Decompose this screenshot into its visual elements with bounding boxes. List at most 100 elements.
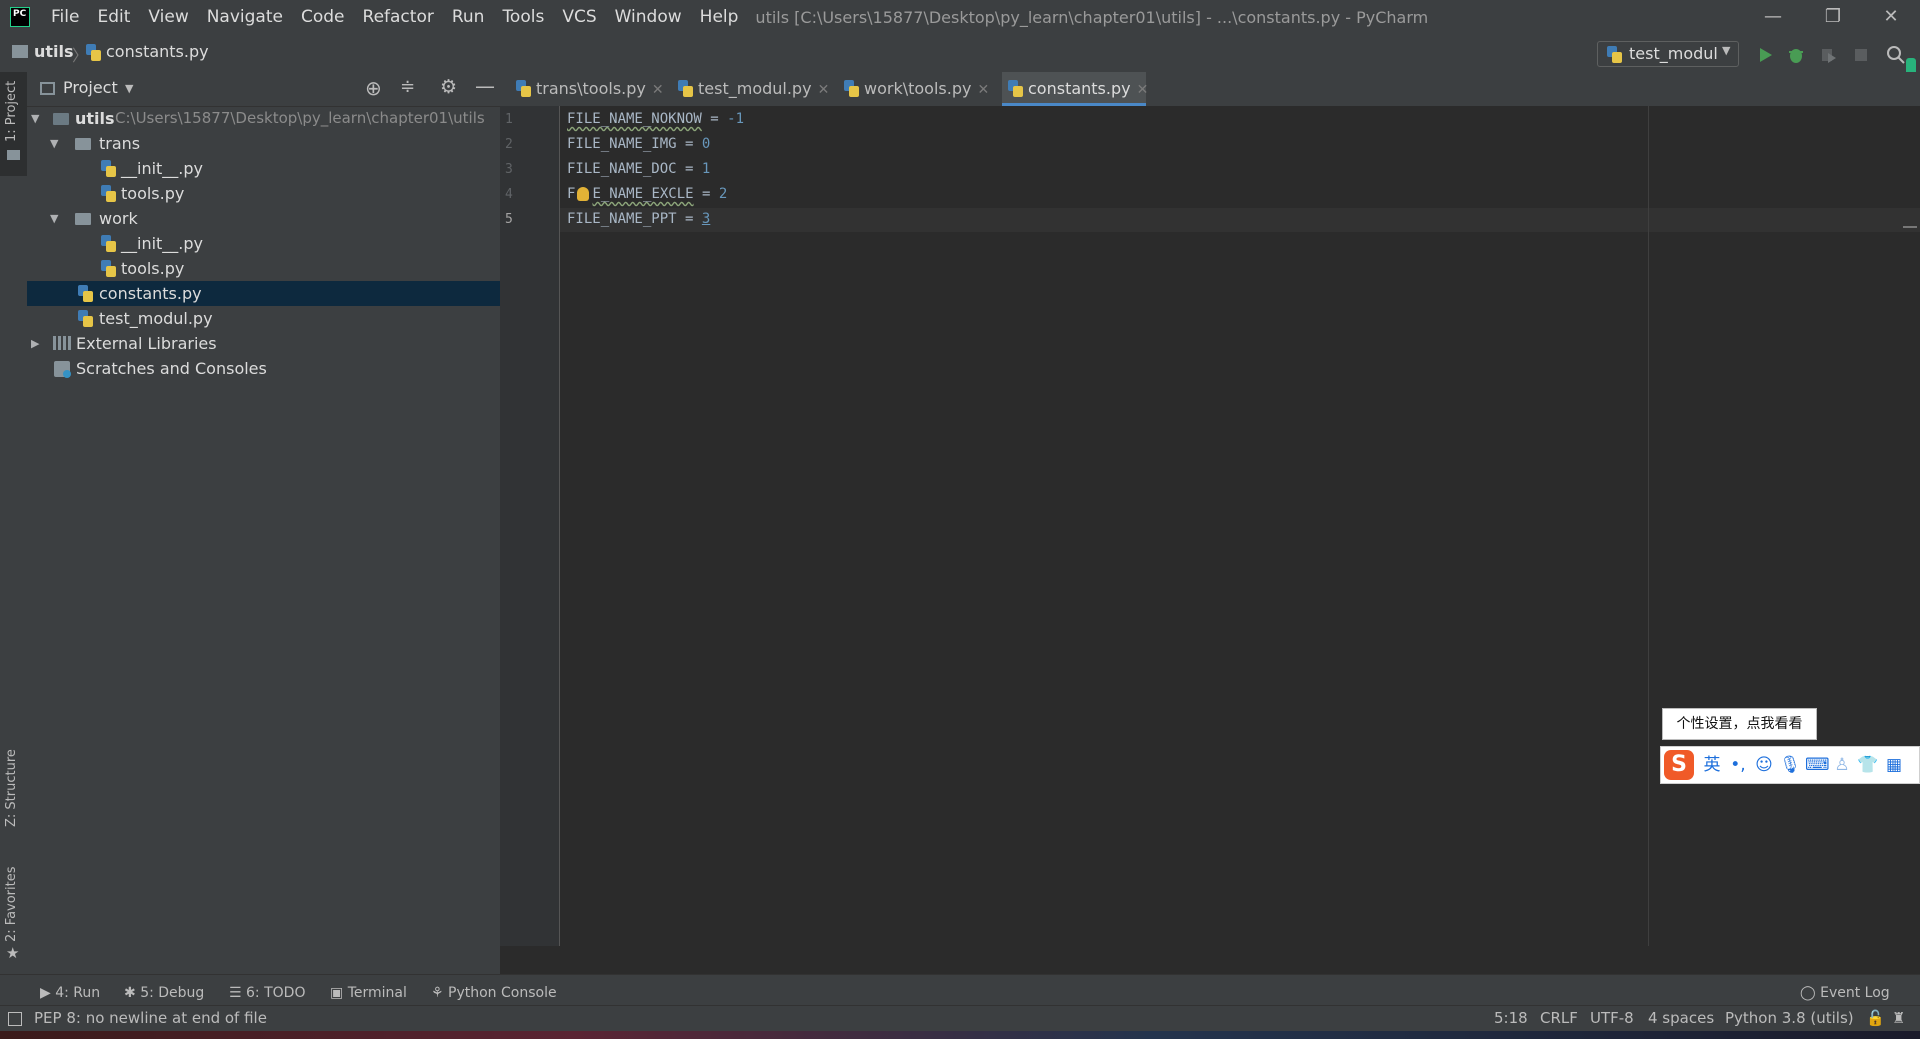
sogou-logo-icon[interactable]: S [1664,750,1694,780]
ime-mode-toggle[interactable]: 英 [1701,754,1723,776]
tree-item-trans-init[interactable]: __init__.py [27,156,500,181]
tab-work-tools[interactable]: work\tools.py ✕ [838,72,994,106]
tree-label: tools.py [121,184,185,203]
tree-item-external-libraries[interactable]: ▶ External Libraries [27,331,500,356]
list-icon: ☰ [229,985,247,1001]
python-file-icon [86,44,102,61]
code-line[interactable]: FILE_NAME_IMG = 0 [567,136,710,152]
folder-icon [7,150,20,160]
debug-tool-button[interactable]: ✱ 5: Debug [124,985,204,1001]
toggle-tool-windows-icon[interactable] [8,1012,22,1026]
line-separator[interactable]: CRLF [1540,1009,1578,1027]
menu-code[interactable]: Code [292,0,354,34]
project-tool-label[interactable]: 1: Project [4,81,19,142]
menu-run[interactable]: Run [443,0,494,34]
tab-test-modul[interactable]: test_modul.py ✕ [672,72,830,106]
gear-icon[interactable]: ⚙ [440,76,457,98]
ime-toolbar[interactable]: S 英 •, ☺ 🎙 ⌨ ♙ 👕 ▦ [1660,746,1920,784]
keyboard-icon[interactable]: ⌨ [1805,754,1830,776]
expanded-arrow-icon[interactable]: ▼ [50,131,64,156]
tree-item-work[interactable]: ▼ work [27,206,500,231]
run-config-selector[interactable]: test_modul ▼ [1597,41,1739,67]
tree-item-scratches[interactable]: Scratches and Consoles [27,356,500,381]
menu-edit[interactable]: Edit [88,0,139,34]
python-file-icon [101,160,117,177]
toolbox-icon[interactable]: ▦ [1883,754,1905,776]
lock-icon[interactable]: 🔓 [1866,1009,1885,1027]
tab-constants[interactable]: constants.py ✕ [1002,72,1149,106]
menu-navigate[interactable]: Navigate [198,0,292,34]
stop-icon[interactable] [1851,45,1871,65]
menu-file[interactable]: File [42,0,88,34]
search-icon[interactable] [1886,45,1906,65]
debug-icon[interactable] [1786,45,1806,65]
tree-item-work-init[interactable]: __init__.py [27,231,500,256]
tree-item-constants[interactable]: constants.py [27,281,500,306]
minimize-button[interactable]: — [1750,0,1796,34]
menu-view[interactable]: View [139,0,197,34]
close-tab-icon[interactable]: ✕ [1137,82,1149,98]
tree-label: constants.py [99,284,202,303]
run-tool-button[interactable]: ▶ 4: Run [40,985,100,1001]
chevron-down-icon[interactable]: ▼ [125,82,133,95]
skin-icon[interactable]: 👕 [1857,754,1879,776]
line-number: 1 [505,112,513,127]
todo-tool-button[interactable]: ☰ 6: TODO [229,985,305,1001]
breadcrumb-root[interactable]: utils [34,42,74,61]
menu-vcs[interactable]: VCS [553,0,605,34]
caret-position[interactable]: 5:18 [1494,1009,1528,1027]
tab-trans-tools[interactable]: trans\tools.py ✕ [510,72,664,106]
status-message[interactable]: PEP 8: no newline at end of file [34,1009,267,1027]
code-editor[interactable] [560,106,1920,946]
code-line[interactable]: FILE_NAME_DOC = 1 [567,161,710,177]
star-icon: ★ [6,944,20,962]
breadcrumb-file[interactable]: constants.py [106,42,209,61]
status-bar: PEP 8: no newline at end of file 5:18 CR… [0,1005,1920,1032]
user-icon[interactable]: ♙ [1831,754,1853,776]
python-console-tool-button[interactable]: ⚘ Python Console [431,985,557,1001]
project-view-title[interactable]: Project [63,78,118,97]
line-number: 5 [505,212,513,227]
close-button[interactable]: ✕ [1868,0,1914,34]
locate-icon[interactable]: ⊕ [365,76,382,100]
expanded-arrow-icon[interactable]: ▼ [31,106,45,131]
event-log-tool-button[interactable]: ◯ Event Log [1800,985,1890,1001]
code-line[interactable]: FILE_NAME_NOKNOW = -1 [567,111,744,127]
emoji-icon[interactable]: ☺ [1753,754,1775,776]
collapsed-arrow-icon[interactable]: ▶ [31,331,45,356]
intention-bulb-icon[interactable] [577,187,589,201]
tree-item-trans[interactable]: ▼ trans [27,131,500,156]
menu-help[interactable]: Help [691,0,748,34]
structure-tool-label[interactable]: Z: Structure [4,749,19,827]
ime-punctuation-toggle[interactable]: •, [1727,754,1749,776]
menu-refactor[interactable]: Refactor [354,0,443,34]
expanded-arrow-icon[interactable]: ▼ [50,206,64,231]
hide-panel-icon[interactable]: — [475,74,495,98]
tree-item-trans-tools[interactable]: tools.py [27,181,500,206]
microphone-icon[interactable]: 🎙 [1779,754,1801,776]
python-file-icon [101,235,117,252]
terminal-tool-button[interactable]: ▣ Terminal [330,985,407,1001]
collapse-all-icon[interactable]: ≑ [400,76,415,97]
coverage-icon[interactable] [1818,45,1838,65]
code-line[interactable]: FILE_NAME_PPT = 3 [567,211,710,227]
menu-tools[interactable]: Tools [493,0,553,34]
file-encoding[interactable]: UTF-8 [1590,1009,1634,1027]
restore-button[interactable]: ❐ [1810,0,1856,34]
close-tab-icon[interactable]: ✕ [652,82,664,98]
close-tab-icon[interactable]: ✕ [818,82,830,98]
tree-item-utils[interactable]: ▼ utils C:\Users\15877\Desktop\py_learn\… [27,106,500,131]
tree-item-test-modul[interactable]: test_modul.py [27,306,500,331]
favorites-tool-label[interactable]: 2: Favorites [4,866,19,942]
inspector-icon[interactable]: ♜ [1892,1009,1905,1027]
python-interpreter[interactable]: Python 3.8 (utils) [1725,1009,1854,1027]
indent-setting[interactable]: 4 spaces [1648,1009,1714,1027]
menu-window[interactable]: Window [606,0,691,34]
run-icon[interactable] [1755,45,1775,65]
close-tab-icon[interactable]: ✕ [977,82,989,98]
tree-item-work-tools[interactable]: tools.py [27,256,500,281]
todo-tool-label: 6: TODO [246,985,306,1001]
folder-icon [12,45,28,58]
python-icon [1607,46,1623,63]
code-line[interactable]: F E_NAME_EXCLE = 2 [567,186,727,202]
